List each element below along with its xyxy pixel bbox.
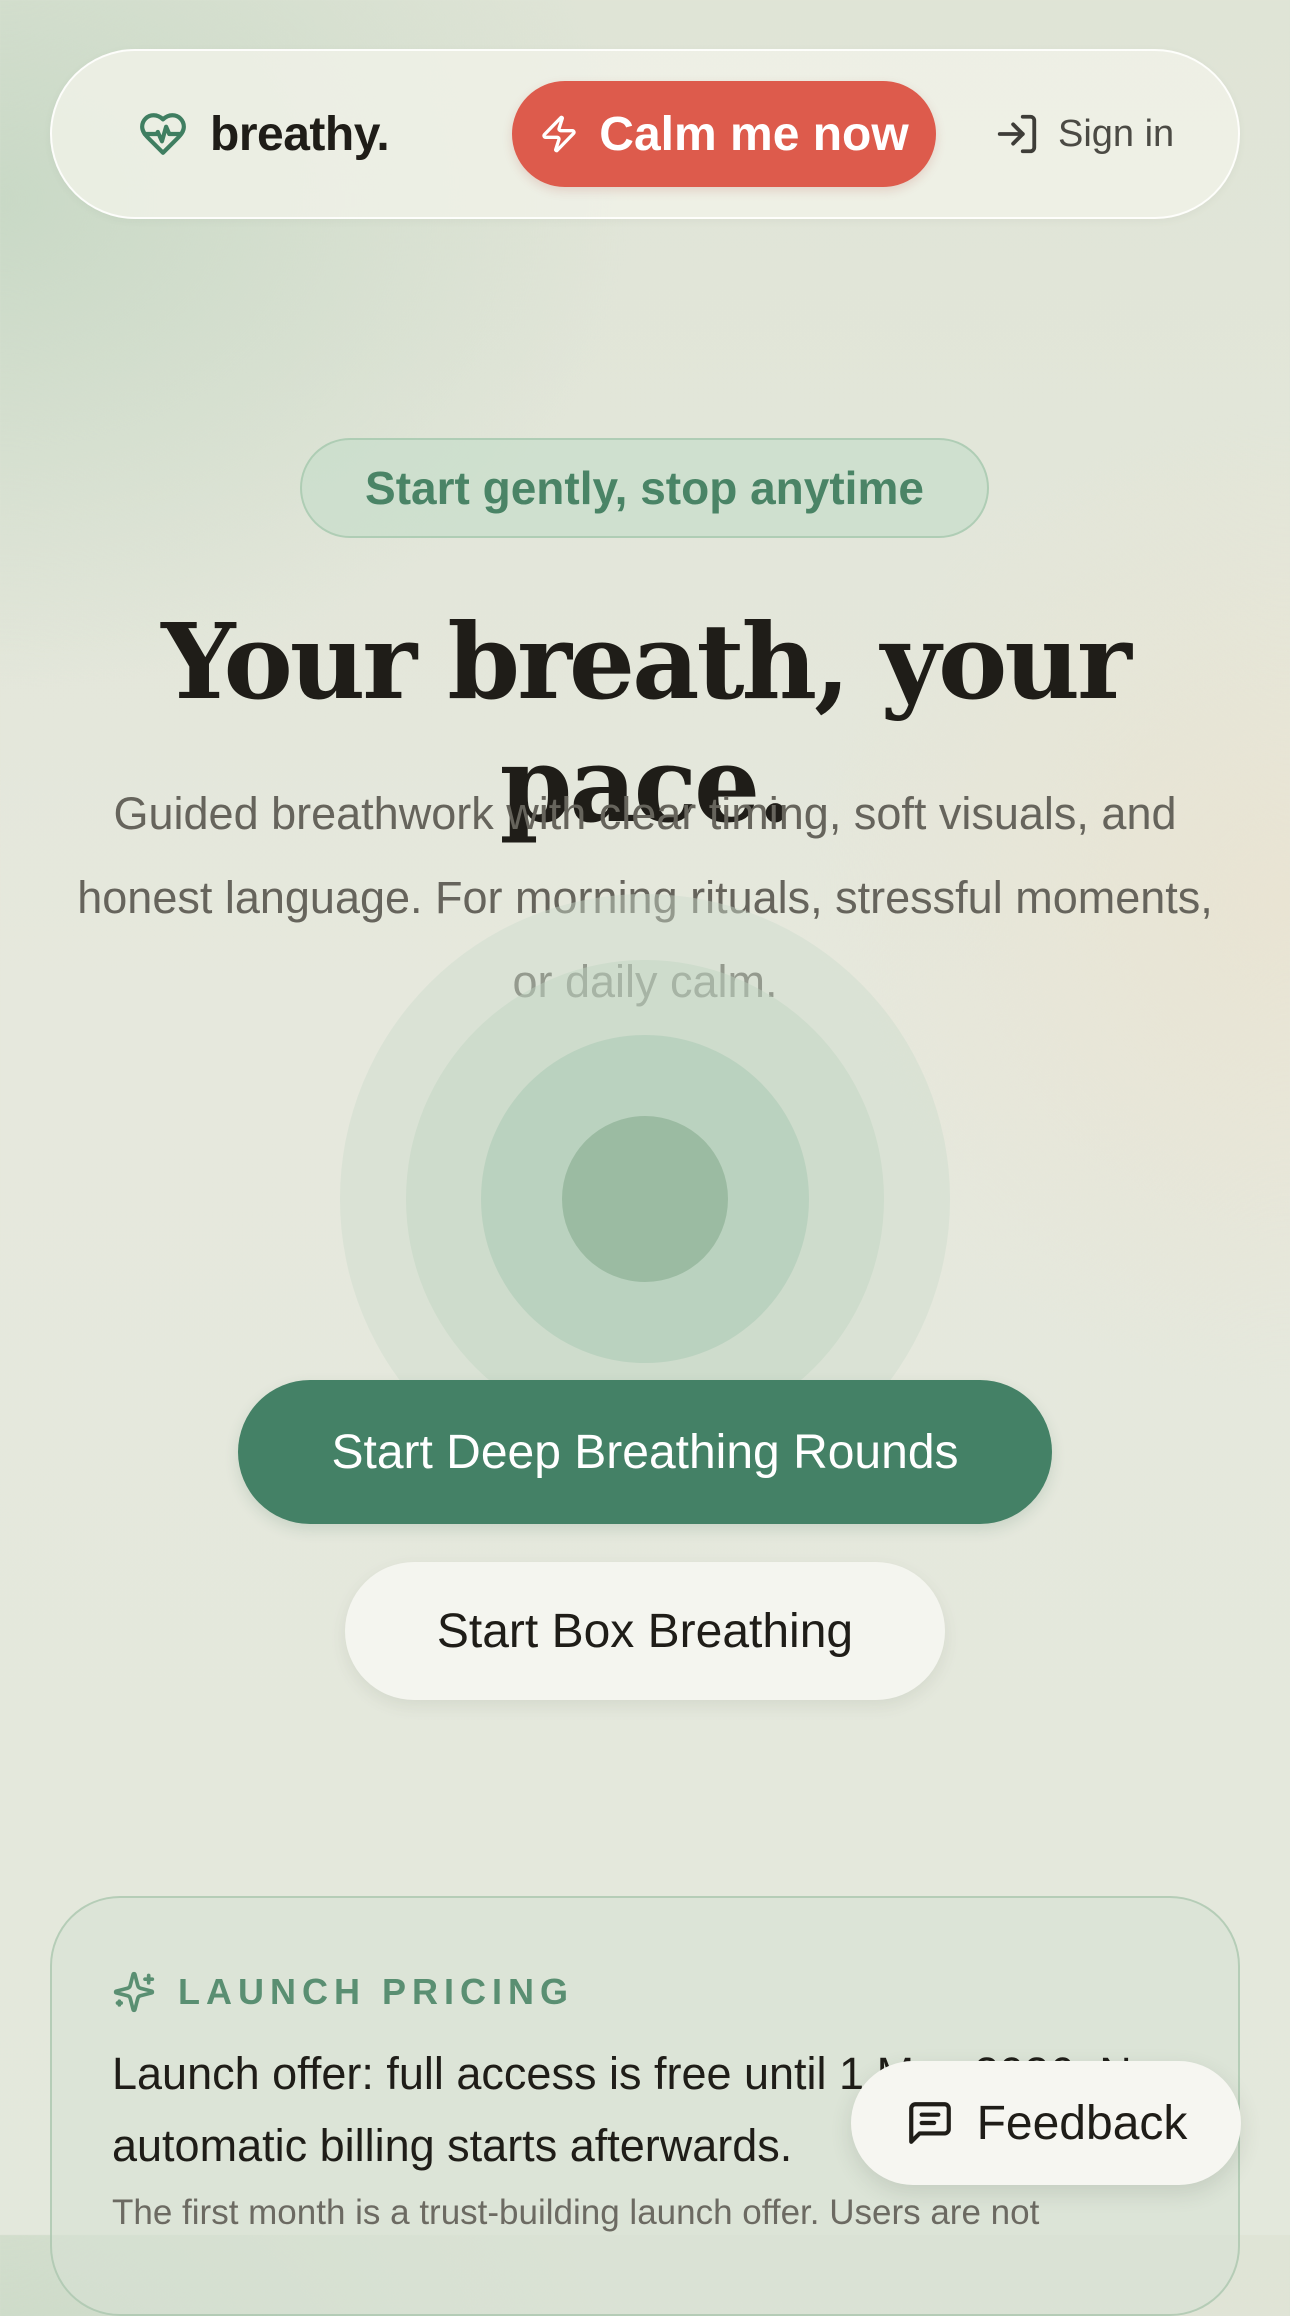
tagline-pill: Start gently, stop anytime	[300, 438, 989, 538]
brand-name: breathy.	[210, 107, 390, 161]
breathing-ring-core	[562, 1116, 728, 1282]
sign-in-label: Sign in	[1058, 112, 1175, 155]
top-nav: breathy. Calm me now Sign in	[50, 49, 1240, 219]
pricing-note-text: The first month is a trust-building laun…	[112, 2193, 1040, 2232]
sparkle-icon	[113, 1971, 155, 2013]
feedback-button[interactable]: Feedback	[851, 2061, 1241, 2185]
sign-in-icon	[997, 114, 1037, 154]
calm-me-now-label: Calm me now	[599, 107, 909, 161]
start-box-breathing-button[interactable]: Start Box Breathing	[345, 1562, 945, 1700]
lightning-icon	[542, 115, 576, 153]
sign-in-link[interactable]: Sign in	[994, 51, 1174, 217]
pricing-label: LAUNCH PRICING	[112, 1970, 574, 2014]
start-deep-breathing-button[interactable]: Start Deep Breathing Rounds	[238, 1380, 1052, 1524]
message-square-icon	[908, 2102, 951, 2144]
brand-logo[interactable]: breathy.	[138, 51, 390, 217]
heart-pulse-icon	[140, 113, 186, 155]
calm-me-now-button[interactable]: Calm me now	[512, 81, 936, 187]
pricing-label-text: LAUNCH PRICING	[178, 1971, 574, 2012]
feedback-label: Feedback	[976, 2096, 1188, 2150]
